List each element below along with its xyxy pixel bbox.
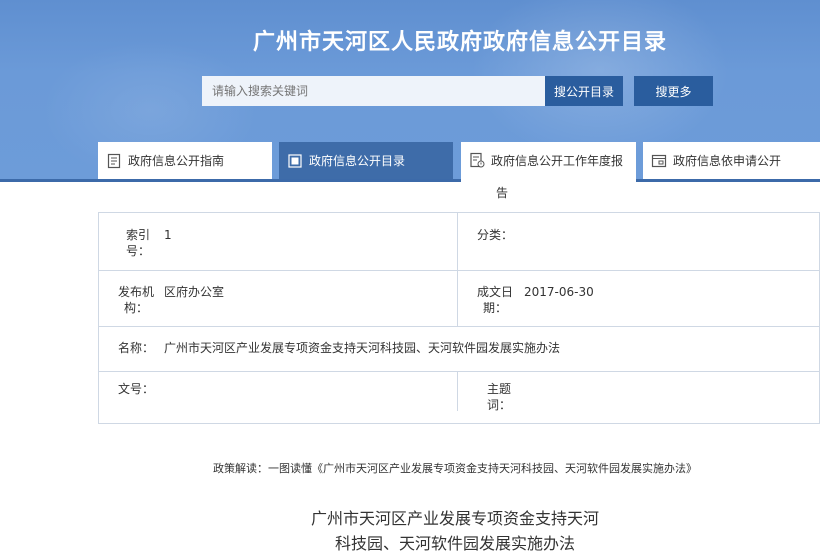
tab-label: 政府信息公开工作年度报: [491, 154, 624, 168]
label-line: 号：: [125, 244, 150, 258]
info-row-publisher: 发布机 构： 区府办公室 成文日 期： 2017-06-30: [99, 270, 819, 327]
name-label: 名称：: [117, 341, 154, 355]
report-icon: [469, 152, 485, 168]
search-more-button[interactable]: 搜更多: [634, 76, 713, 106]
search-input[interactable]: [202, 76, 545, 106]
document-title-line: 广州市天河区产业发展专项资金支持天河: [310, 509, 599, 528]
label-line: 词：: [486, 398, 511, 412]
column-divider: [457, 270, 458, 326]
document-title: 广州市天河区产业发展专项资金支持天河 科技园、天河软件园发展实施办法: [0, 506, 820, 556]
label-line: 主题: [486, 382, 511, 396]
label-line: 发布机: [117, 285, 154, 299]
document-title-line: 科技园、天河软件园发展实施办法: [334, 534, 575, 553]
publisher-label: 发布机 构：: [116, 284, 156, 316]
info-row-name: 名称： 广州市天河区产业发展专项资金支持天河科技园、天河软件园发展实施办法: [99, 326, 819, 372]
tab-disclosure-guide[interactable]: 政府信息公开指南: [98, 142, 272, 179]
policy-interpretation-link[interactable]: 政策解读：一图读懂《广州市天河区产业发展专项资金支持天河科技园、天河软件园发展实…: [0, 460, 820, 476]
name-value: 广州市天河区产业发展专项资金支持天河科技园、天河软件园发展实施办法: [164, 341, 561, 355]
tab-label: 政府信息依申请公开: [673, 154, 782, 168]
date-label: 成文日 期：: [475, 284, 515, 316]
document-icon: [106, 153, 122, 169]
catalog-icon: [287, 153, 303, 169]
tab-application-disclosure[interactable]: 政府信息依申请公开: [643, 142, 820, 179]
tab-label: 政府信息公开目录: [309, 154, 406, 168]
page-title: 广州市天河区人民政府政府信息公开目录: [252, 30, 667, 55]
tab-disclosure-catalog[interactable]: 政府信息公开目录: [279, 142, 453, 179]
category-label: 分类：: [476, 228, 513, 242]
info-row-index: 索引 号： 1 分类：: [99, 213, 819, 271]
column-divider: [457, 213, 458, 270]
info-row-docno: 文号： 主题 词：: [99, 371, 819, 424]
publisher-value: 区府办公室: [164, 285, 225, 299]
tab-annual-report[interactable]: 政府信息公开工作年度报: [461, 142, 636, 184]
label-line: 期：: [482, 301, 507, 315]
label-line: 索引: [125, 228, 150, 242]
document-info-table: 索引 号： 1 分类： 发布机 构： 区府办公室 成文日 期： 2017-06-…: [98, 212, 820, 424]
date-value: 2017-06-30: [524, 285, 594, 299]
tab-bar-underline: [0, 179, 820, 182]
index-value: 1: [164, 228, 172, 242]
index-label: 索引 号：: [121, 227, 155, 259]
column-divider: [457, 371, 458, 411]
subject-label: 主题 词：: [479, 381, 519, 413]
tab-label: 政府信息公开指南: [128, 154, 225, 168]
label-line: 成文日: [476, 285, 513, 299]
label-line: 构：: [123, 301, 148, 315]
search-catalog-button[interactable]: 搜公开目录: [545, 76, 623, 106]
tab-label-continued: 告: [495, 186, 508, 200]
application-icon: [651, 153, 667, 169]
docno-label: 文号：: [117, 382, 154, 396]
